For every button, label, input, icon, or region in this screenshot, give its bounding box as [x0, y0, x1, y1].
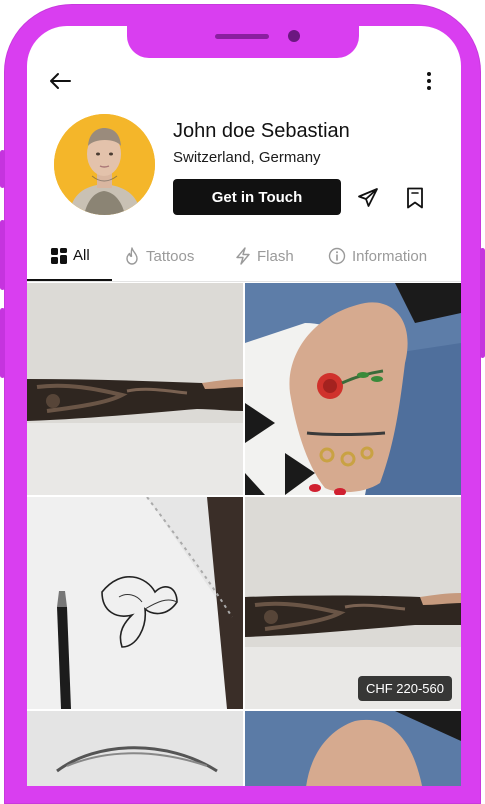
- gallery-item[interactable]: [27, 497, 243, 709]
- send-icon: [358, 188, 378, 207]
- bookmark-button[interactable]: [401, 184, 429, 212]
- grid-icon: [51, 247, 67, 264]
- arrow-left-icon: [50, 73, 71, 89]
- app-screen: John doe Sebastian Switzerland, Germany …: [27, 26, 461, 786]
- gallery-item[interactable]: CHF 220-560: [245, 497, 461, 709]
- tabs-divider: [27, 281, 461, 282]
- more-options-button[interactable]: [417, 69, 441, 93]
- phone-notch: [127, 26, 359, 58]
- lightning-icon: [236, 247, 250, 265]
- profile-location: Switzerland, Germany: [173, 149, 321, 166]
- gallery-item[interactable]: [27, 283, 243, 495]
- profile-tabs: All Tattoos Flash Information: [27, 239, 461, 283]
- phone-camera: [288, 30, 300, 42]
- phone-side-button: [0, 150, 5, 188]
- tab-information[interactable]: Information: [328, 247, 427, 265]
- phone-side-button: [0, 220, 5, 290]
- back-button[interactable]: [45, 69, 75, 93]
- tab-all[interactable]: All: [51, 247, 90, 264]
- tab-all-label: All: [73, 247, 90, 264]
- more-vertical-icon: [427, 72, 431, 90]
- tab-flash-label: Flash: [257, 247, 294, 265]
- phone-side-button: [0, 308, 5, 378]
- tab-tattoos-label: Tattoos: [146, 247, 195, 265]
- gallery-item[interactable]: [245, 283, 461, 495]
- info-icon: [328, 247, 346, 265]
- gallery-grid: CHF 220-560: [27, 283, 461, 786]
- tab-information-label: Information: [352, 247, 428, 265]
- phone-speaker: [215, 34, 269, 39]
- price-badge: CHF 220-560: [357, 676, 452, 701]
- flame-icon: [126, 247, 138, 265]
- bookmark-icon: [407, 187, 423, 209]
- get-in-touch-button[interactable]: Get in Touch: [173, 179, 341, 215]
- phone-side-button: [480, 248, 485, 358]
- tab-flash[interactable]: Flash: [235, 247, 294, 265]
- avatar: [54, 114, 155, 215]
- tab-tattoos[interactable]: Tattoos: [124, 247, 194, 265]
- profile-name: John doe Sebastian: [173, 120, 350, 142]
- send-button[interactable]: [354, 184, 382, 212]
